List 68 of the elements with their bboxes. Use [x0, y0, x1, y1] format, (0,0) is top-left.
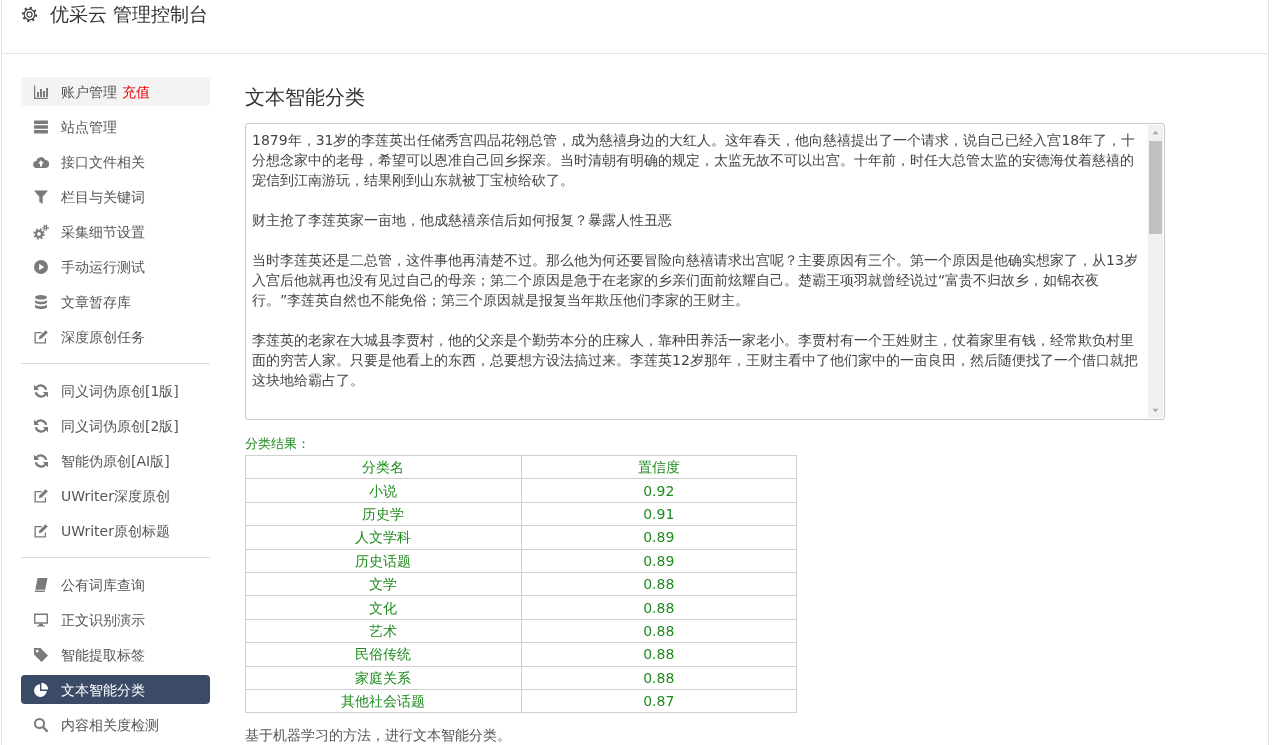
- text-input-area[interactable]: 1879年，31岁的李莲英出任储秀宫四品花翎总管，成为慈禧身边的大红人。这年春天，他向慈禧提出了一个请求，说自己已经入宫18年了，十分想念家中的老母，希望可以恩准自己回乡探亲。当时清朝有明确的规定，太监无故不可以出宫。十年前，时任大总管太监的安德海仗着慈禧的宠信到江南游玩，结果刚到山东就被丁宝桢给砍了。 财主抢了李莲英家一亩地，他成慈禧亲信后如何报复？暴露人性丑恶 当时李莲英还是二总管，这件事他再清楚不过。那么他为何还要冒险向慈禧请求出宫呢？主要原因有三个。第一个原因是他确实想家了，从13岁入宫后他就再也没有见过自己的母亲；第二个原因是急于在老家的乡亲们面前炫耀自己。楚霸王项羽就曾经说过“富贵不归故乡，如锦衣夜行。”李莲英自然也不能免俗；第三个原因就是报复当年欺压他们李家的王财主。 李莲英的老家在大城县李贾村，他的父亲是个勤劳本分的庄稼人，靠种田养活一家老小。李贾村有一个王姓财主，仗着家里有钱，经常欺负村里面的穷苦人家。只要是他看上的东西，总要想方设法搞过来。李莲英12岁那年，王财主看中了他们家中的一亩良田，然后随便找了一个借口就把这块地给霸占了。: [245, 123, 1165, 420]
- edit-icon: [33, 522, 49, 539]
- table-cell: 文学: [245, 572, 521, 596]
- sidebar-item[interactable]: 同义词伪原创[2版]: [21, 411, 210, 440]
- play-icon: [33, 258, 49, 275]
- table-cell: 0.88: [521, 642, 797, 666]
- table-cell: 0.92: [521, 478, 797, 503]
- app-title: 优采云 管理控制台: [50, 3, 209, 25]
- table-cell: 0.89: [521, 549, 797, 573]
- table-cell: 小说: [245, 478, 521, 503]
- refresh-icon: [33, 452, 49, 469]
- sidebar-item[interactable]: 文本智能分类: [21, 675, 210, 704]
- table-cell: 0.88: [521, 619, 797, 643]
- bar-chart-icon: [33, 83, 49, 100]
- pie-chart-icon: [33, 681, 49, 698]
- table-header-cell: 分类名: [245, 455, 521, 479]
- table-cell: 0.89: [521, 525, 797, 550]
- page-title: 文本智能分类: [245, 84, 366, 111]
- book-icon: [33, 576, 49, 593]
- table-cell: 艺术: [245, 619, 521, 643]
- table-cell: 其他社会话题: [245, 689, 521, 713]
- filter-icon: [33, 188, 49, 205]
- server-icon: [33, 118, 49, 135]
- sidebar-item[interactable]: 智能提取标签: [21, 640, 210, 669]
- description-text: 基于机器学习的方法，进行文本智能分类。: [245, 726, 512, 745]
- table-cell: 0.88: [521, 666, 797, 690]
- settings-icon: [21, 6, 38, 23]
- table-cell: 0.91: [521, 502, 797, 526]
- caret-up-icon: [1151, 128, 1160, 137]
- result-label: 分类结果：: [245, 435, 311, 453]
- scrollbar-thumb[interactable]: [1149, 141, 1162, 234]
- table-cell: 历史学: [245, 502, 521, 526]
- edit-icon: [33, 328, 49, 345]
- sidebar-item[interactable]: 深度原创任务: [21, 322, 210, 351]
- refresh-icon: [33, 417, 49, 434]
- table-cell: 民俗传统: [245, 642, 521, 666]
- sidebar-item[interactable]: 文章暂存库: [21, 287, 210, 316]
- database-icon: [33, 293, 49, 310]
- refresh-icon: [33, 382, 49, 399]
- monitor-icon: [33, 611, 49, 628]
- search-icon: [33, 716, 49, 733]
- caret-down-icon: [1151, 406, 1160, 415]
- sidebar-item[interactable]: UWriter深度原创: [21, 481, 210, 510]
- sidebar-item[interactable]: 账户管理 充值: [21, 77, 210, 106]
- sidebar-item[interactable]: 接口文件相关: [21, 147, 210, 176]
- sidebar-item[interactable]: 正文识别演示: [21, 605, 210, 634]
- table-cell: 人文学科: [245, 525, 521, 550]
- sidebar-item[interactable]: 手动运行测试: [21, 252, 210, 281]
- scrollbar[interactable]: [1148, 125, 1163, 418]
- table-cell: 家庭关系: [245, 666, 521, 690]
- table-cell: 0.88: [521, 595, 797, 620]
- sidebar-item[interactable]: 公有词库查询: [21, 570, 210, 599]
- table-cell: 历史话题: [245, 549, 521, 573]
- sidebar-item[interactable]: 同义词伪原创[1版]: [21, 376, 210, 405]
- sidebar-item[interactable]: 智能伪原创[AI版]: [21, 446, 210, 475]
- sidebar-item[interactable]: 内容相关度检测: [21, 710, 210, 739]
- recharge-link[interactable]: 充值: [122, 82, 150, 101]
- table-cell: 0.87: [521, 689, 797, 713]
- edit-icon: [33, 487, 49, 504]
- sidebar-item[interactable]: 采集细节设置: [21, 217, 210, 246]
- gears-icon: [33, 223, 49, 240]
- sidebar-item[interactable]: 栏目与关键词: [21, 182, 210, 211]
- table-header-cell: 置信度: [521, 455, 797, 479]
- table-cell: 文化: [245, 595, 521, 620]
- sidebar-item[interactable]: UWriter原创标题: [21, 516, 210, 545]
- tag-icon: [33, 646, 49, 663]
- table-cell: 0.88: [521, 572, 797, 596]
- sidebar-item[interactable]: 站点管理: [21, 112, 210, 141]
